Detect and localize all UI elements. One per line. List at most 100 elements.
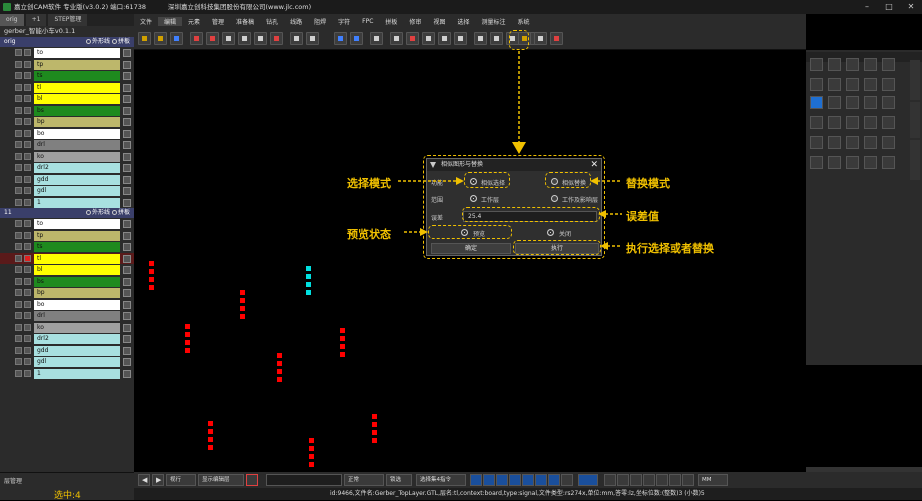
right-vertical-tab[interactable] — [910, 140, 920, 180]
right-tool-button[interactable] — [882, 78, 895, 91]
layer-name[interactable]: to — [34, 48, 120, 58]
layer-row[interactable]: bs — [0, 276, 134, 288]
layer-work-checkbox[interactable] — [123, 231, 131, 240]
layer-row[interactable]: tl — [0, 252, 134, 264]
toolbar-button[interactable] — [190, 32, 203, 45]
layer-visible-checkbox[interactable] — [15, 198, 22, 206]
menu-item[interactable]: 准备稿 — [230, 17, 260, 26]
layer-affect-checkbox[interactable] — [24, 49, 31, 56]
frame-icon[interactable] — [246, 474, 258, 486]
layer-name[interactable]: tp — [34, 230, 120, 241]
layer-visible-checkbox[interactable] — [15, 312, 22, 319]
right-tool-button[interactable] — [810, 156, 823, 169]
right-tool-button[interactable] — [828, 58, 841, 71]
pad-feature[interactable] — [208, 437, 213, 442]
right-tool-button[interactable] — [828, 136, 841, 149]
layer-visible-checkbox[interactable] — [15, 129, 22, 137]
layer-work-checkbox[interactable] — [123, 152, 131, 161]
toolbar-button[interactable] — [534, 32, 547, 45]
tab-step-manager[interactable]: STEP管理 — [48, 14, 88, 26]
hand-icon[interactable] — [682, 474, 694, 486]
right-tool-button[interactable] — [882, 96, 895, 109]
pad-feature[interactable] — [149, 261, 154, 266]
tab-add[interactable]: +1 — [25, 14, 47, 26]
pad-feature[interactable] — [149, 285, 154, 290]
layer-work-checkbox[interactable] — [123, 346, 131, 355]
layer-name[interactable]: bl — [34, 265, 120, 275]
layer-group-header[interactable]: 11 外形线 拼板 — [0, 208, 134, 218]
layer-visible-checkbox[interactable] — [15, 220, 22, 227]
layer-row[interactable]: gdl — [0, 356, 134, 368]
toolbar-button[interactable] — [474, 32, 487, 45]
panel-checkbox-icon[interactable] — [111, 210, 117, 215]
pad-feature[interactable] — [306, 266, 311, 271]
pad-feature[interactable] — [240, 290, 245, 295]
right-tool-button[interactable] — [882, 58, 895, 71]
arc-tool-icon[interactable] — [496, 474, 508, 486]
layer-work-checkbox[interactable] — [123, 358, 131, 366]
layer-visible-checkbox[interactable] — [15, 49, 22, 56]
right-tool-button[interactable] — [846, 78, 859, 91]
pad-feature[interactable] — [240, 314, 245, 319]
layer-work-checkbox[interactable] — [123, 254, 131, 263]
layer-row[interactable]: to — [0, 218, 134, 230]
minimize-icon[interactable]: – — [856, 0, 878, 14]
right-tool-button[interactable] — [864, 156, 877, 169]
layer-visible-checkbox[interactable] — [15, 95, 22, 102]
layer-affect-checkbox[interactable] — [24, 106, 31, 114]
layer-affect-checkbox[interactable] — [24, 118, 31, 125]
toolbar-button[interactable] — [370, 32, 383, 45]
layer-row[interactable]: drl2 — [0, 162, 134, 174]
layer-affect-checkbox[interactable] — [24, 175, 31, 183]
layer-name[interactable]: ko — [34, 151, 120, 162]
layer-visible-checkbox[interactable] — [15, 346, 22, 354]
right-tool-button[interactable] — [846, 116, 859, 129]
right-tool-button[interactable] — [846, 96, 859, 109]
selection-filter-button[interactable]: 选择集4指令 — [416, 474, 466, 486]
layer-row[interactable]: bp — [0, 116, 134, 128]
panel-checkbox-icon[interactable] — [111, 39, 117, 44]
layer-group-header[interactable]: orig 外形线 拼板 — [0, 37, 134, 47]
layer-affect-checkbox[interactable] — [24, 243, 31, 250]
menu-item[interactable]: 修审 — [403, 17, 427, 26]
toolbar-button[interactable] — [222, 32, 235, 45]
layer-work-checkbox[interactable] — [123, 118, 131, 126]
menu-item[interactable]: 拼板 — [379, 17, 403, 26]
layer-row[interactable]: tp — [0, 230, 134, 242]
layer-row[interactable]: to — [0, 47, 134, 59]
line-tool-icon[interactable] — [470, 474, 482, 486]
menu-item[interactable]: 测量标注 — [475, 17, 511, 26]
layer-work-checkbox[interactable] — [123, 198, 131, 207]
right-tool-button[interactable] — [810, 58, 823, 71]
outline-radio-icon[interactable] — [86, 210, 92, 215]
layer-visible-checkbox[interactable] — [15, 300, 22, 308]
layer-row[interactable]: gdl — [0, 185, 134, 197]
pad-feature[interactable] — [309, 454, 314, 459]
layer-work-checkbox[interactable] — [123, 289, 131, 297]
layer-name[interactable]: drl2 — [34, 163, 120, 173]
layer-row[interactable]: bo — [0, 299, 134, 311]
layer-name[interactable]: gdl — [34, 357, 120, 367]
layer-affect-checkbox[interactable] — [24, 335, 31, 342]
layer-name[interactable]: bp — [34, 288, 120, 298]
layer-visible-checkbox[interactable] — [15, 254, 22, 262]
right-tool-button[interactable] — [882, 156, 895, 169]
next-icon[interactable]: ▶ — [152, 474, 164, 486]
layer-name[interactable]: drl — [34, 140, 120, 150]
layer-row[interactable]: drl — [0, 139, 134, 151]
pad-feature[interactable] — [277, 353, 282, 358]
layer-affect-checkbox[interactable] — [24, 277, 31, 285]
menu-item[interactable]: 管理 — [206, 17, 230, 26]
layer-row[interactable]: bs — [0, 105, 134, 117]
right-tool-button[interactable] — [882, 116, 895, 129]
layer-visible-checkbox[interactable] — [15, 152, 22, 160]
pad-feature[interactable] — [372, 422, 377, 427]
layer-work-checkbox[interactable] — [123, 369, 131, 378]
prev-icon[interactable]: ◀ — [138, 474, 150, 486]
pad-feature[interactable] — [185, 332, 190, 337]
layer-affect-checkbox[interactable] — [24, 60, 31, 68]
layer-affect-checkbox[interactable] — [24, 266, 31, 273]
layer-affect-checkbox[interactable] — [24, 83, 31, 91]
right-tool-button[interactable] — [846, 58, 859, 71]
mode-dropdown[interactable]: 正常 — [344, 474, 384, 486]
